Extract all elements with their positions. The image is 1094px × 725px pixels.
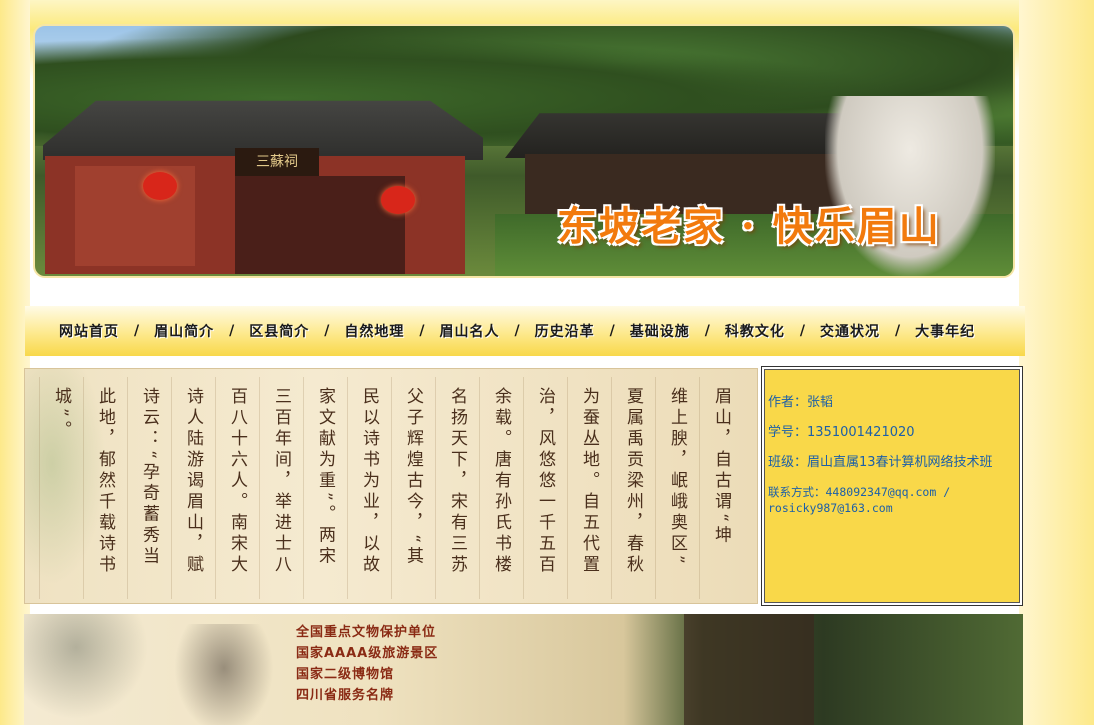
- lantern-icon: [143, 172, 177, 200]
- nav-item[interactable]: 自然地理: [344, 321, 404, 341]
- calligraphy-scroll: 眉山，自古谓“坤 维上腴，岷峨奥区” 夏属禹贡梁州，春秋 为蚕丛地。自五代置 治，风悠悠…: [24, 368, 758, 604]
- nav-item[interactable]: 区县简介: [249, 321, 309, 341]
- author-info-panel: 作者：张韬 学号：1351001421020 班级：眉山直属13春计算机网络技术…: [764, 369, 1020, 603]
- banner-slogan: 东坡老家 · 快乐眉山: [557, 203, 941, 250]
- scroll-column: 余载。唐有孙氏书楼: [479, 377, 523, 599]
- nav-item[interactable]: 科教文化: [725, 321, 785, 341]
- author-info-box: 作者：张韬 学号：1351001421020 班级：眉山直属13春计算机网络技术…: [761, 366, 1023, 606]
- nav-separator: /: [799, 323, 805, 339]
- scroll-column: 治，风悠悠一千五百: [523, 377, 567, 599]
- header-banner: 三蘇祠 东坡老家 · 快乐眉山: [33, 24, 1015, 278]
- lantern-icon: [381, 186, 415, 214]
- nav-separator: /: [609, 323, 615, 339]
- scroll-column: 诗人陆游谒眉山，赋: [171, 377, 215, 599]
- nav-separator: /: [419, 323, 425, 339]
- nav-item[interactable]: 眉山名人: [440, 321, 500, 341]
- scroll-column: 民以诗书为业，以故: [347, 377, 391, 599]
- nav-item[interactable]: 历史沿革: [535, 321, 595, 341]
- nav-item[interactable]: 交通状况: [820, 321, 880, 341]
- bottom-banner: 全国重点文物保护单位 国家AAAA级旅游景区 国家二级博物馆 四川省服务名牌: [24, 614, 1023, 725]
- scroll-column: 父子辉煌古今，“其: [391, 377, 435, 599]
- honor-item: 国家AAAA级旅游景区: [296, 646, 439, 661]
- main-nav: 网站首页 / 眉山简介 / 区县简介 / 自然地理 / 眉山名人 / 历史沿革 / 基础设施 / 科教文化 /…: [25, 306, 1025, 356]
- nav-separator: /: [324, 323, 330, 339]
- nav-separator: /: [229, 323, 235, 339]
- contact-info: 联系方式：448092347@qq.com / rosicky987@163.c…: [768, 485, 951, 515]
- nav-separator: /: [514, 323, 520, 339]
- scroll-column: 此地，郁然千载诗书: [83, 377, 127, 599]
- scroll-column: 三百年间，举进士八: [259, 377, 303, 599]
- bottom-bamboo-decoration: [24, 614, 154, 725]
- honors-list: 全国重点文物保护单位 国家AAAA级旅游景区 国家二级博物馆 四川省服务名牌: [296, 622, 438, 706]
- nav-separator: /: [895, 323, 901, 339]
- scroll-column: 维上腴，岷峨奥区”: [655, 377, 699, 599]
- honor-item: 全国重点文物保护单位: [296, 625, 437, 640]
- nav-item[interactable]: 网站首页: [59, 321, 119, 341]
- nav-item[interactable]: 大事年纪: [915, 321, 975, 341]
- scroll-column: 名扬天下，宋有三苏: [435, 377, 479, 599]
- bottom-hall-photo: [684, 614, 814, 725]
- scroll-column: 夏属禹贡梁州，春秋: [611, 377, 655, 599]
- scroll-text-columns: 眉山，自古谓“坤 维上腴，岷峨奥区” 夏属禹贡梁州，春秋 为蚕丛地。自五代置 治，风悠悠…: [39, 377, 743, 599]
- scroll-column: 家文献为重”。两宋: [303, 377, 347, 599]
- student-id: 学号：1351001421020: [768, 425, 915, 440]
- honor-item: 四川省服务名牌: [296, 688, 395, 703]
- scroll-column: 诗云：“孕奇蓄秀当: [127, 377, 171, 599]
- banner-temple-panel: [75, 166, 195, 266]
- author-name: 作者：张韬: [768, 395, 834, 410]
- banner-temple-gate: [235, 176, 405, 274]
- scroll-column: 眉山，自古谓“坤: [699, 377, 743, 599]
- scroll-column: 城”。: [39, 377, 83, 599]
- nav-item[interactable]: 眉山简介: [154, 321, 214, 341]
- nav-item[interactable]: 基础设施: [630, 321, 690, 341]
- nav-separator: /: [134, 323, 140, 339]
- honor-item: 国家二级博物馆: [296, 667, 395, 682]
- scroll-column: 百八十六人。南宋大: [215, 377, 259, 599]
- scroll-column: 为蚕丛地。自五代置: [567, 377, 611, 599]
- nav-separator: /: [704, 323, 710, 339]
- side-band-right: [1019, 0, 1094, 725]
- banner-plaque: 三蘇祠: [235, 148, 319, 176]
- bottom-statue-figure: [174, 624, 274, 725]
- class-name: 班级：眉山直属13春计算机网络技术班: [768, 455, 993, 470]
